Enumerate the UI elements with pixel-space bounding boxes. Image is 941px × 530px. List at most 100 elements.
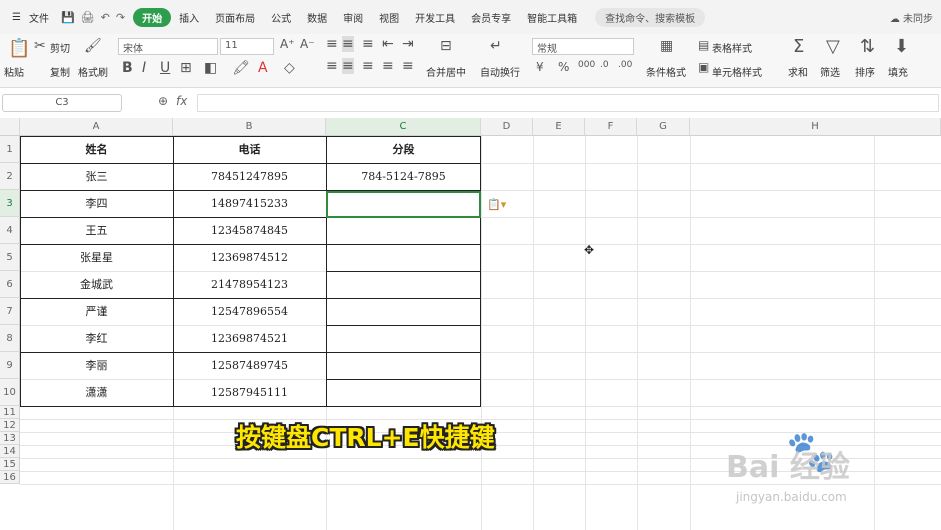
paste-icon[interactable]: 📋: [8, 38, 30, 59]
segment-cell[interactable]: [326, 244, 481, 271]
save-icon[interactable]: 💾: [61, 11, 75, 24]
name-cell[interactable]: 李丽: [20, 352, 173, 379]
column-header-h[interactable]: H: [690, 118, 941, 136]
segment-cell[interactable]: [326, 217, 481, 244]
header-name-cell[interactable]: 姓名: [20, 136, 173, 163]
row-header-16[interactable]: 16: [0, 471, 20, 484]
align-center-icon[interactable]: ≡: [342, 58, 354, 74]
phone-cell[interactable]: 78451247895: [173, 163, 326, 190]
row-header-2[interactable]: 2: [0, 163, 20, 190]
justify-icon[interactable]: ≡: [382, 58, 394, 74]
header-phone-cell[interactable]: 电话: [173, 136, 326, 163]
format-painter-icon[interactable]: 🖌: [84, 38, 102, 54]
segment-cell[interactable]: [326, 379, 481, 406]
name-cell[interactable]: 金城武: [20, 271, 173, 298]
fill-icon[interactable]: ⬇: [894, 36, 909, 57]
column-header-a[interactable]: A: [20, 118, 173, 136]
sort-icon[interactable]: ⇅: [860, 36, 875, 57]
row-header-3[interactable]: 3: [0, 190, 20, 217]
cell-style-button[interactable]: 单元格样式: [712, 64, 762, 79]
table-style-icon[interactable]: ▤: [698, 38, 709, 52]
wrap-text-button[interactable]: 自动换行: [480, 64, 520, 79]
sort-button[interactable]: 排序: [855, 64, 875, 79]
row-header-9[interactable]: 9: [0, 352, 20, 379]
merge-center-button[interactable]: 合并居中: [426, 64, 466, 79]
font-color-icon[interactable]: A: [258, 60, 268, 76]
row-header-12[interactable]: 12: [0, 419, 20, 432]
row-header-15[interactable]: 15: [0, 458, 20, 471]
table-style-button[interactable]: 表格样式: [712, 40, 752, 55]
zoom-icon[interactable]: ⊕: [158, 94, 168, 108]
undo-icon[interactable]: ↶: [101, 11, 110, 24]
tab-1[interactable]: 插入: [171, 10, 207, 25]
increase-decimal-icon[interactable]: .0: [600, 60, 609, 70]
select-all-corner[interactable]: [0, 118, 20, 136]
currency-icon[interactable]: ¥: [536, 60, 544, 74]
conditional-format-button[interactable]: 条件格式: [646, 64, 686, 79]
cell-style-icon[interactable]: ▣: [698, 60, 709, 74]
indent-decrease-icon[interactable]: ⇤: [382, 36, 394, 52]
align-right-icon[interactable]: ≡: [362, 58, 374, 74]
decrease-decimal-icon[interactable]: .00: [618, 60, 632, 70]
name-cell[interactable]: 张三: [20, 163, 173, 190]
align-bottom-icon[interactable]: ≡: [362, 36, 374, 52]
tab-5[interactable]: 审阅: [335, 10, 371, 25]
filter-button[interactable]: 筛选: [820, 64, 840, 79]
segment-cell[interactable]: [326, 325, 481, 352]
percent-icon[interactable]: %: [558, 60, 569, 74]
segment-cell[interactable]: [326, 298, 481, 325]
column-header-f[interactable]: F: [585, 118, 637, 136]
filter-icon[interactable]: ▽: [826, 36, 840, 57]
phone-cell[interactable]: 12587489745: [173, 352, 326, 379]
row-header-1[interactable]: 1: [0, 136, 20, 163]
name-cell[interactable]: 李红: [20, 325, 173, 352]
border-icon[interactable]: ⊞: [180, 60, 192, 76]
thousands-icon[interactable]: 000: [578, 60, 595, 70]
phone-cell[interactable]: 12369874521: [173, 325, 326, 352]
tab-6[interactable]: 视图: [371, 10, 407, 25]
active-cell-c3[interactable]: [326, 191, 481, 218]
column-header-b[interactable]: B: [173, 118, 326, 136]
format-painter-button[interactable]: 格式刷: [78, 64, 108, 79]
search-input[interactable]: 查找命令、搜索模板: [595, 7, 706, 27]
scissors-icon[interactable]: ✂: [34, 38, 46, 54]
tab-8[interactable]: 会员专享: [463, 10, 519, 25]
bold-icon[interactable]: B: [122, 60, 133, 76]
fill-button[interactable]: 填充: [888, 64, 908, 79]
distribute-icon[interactable]: ≡: [402, 58, 414, 74]
cut-button[interactable]: 剪切: [50, 40, 70, 55]
fx-icon[interactable]: fx: [176, 94, 187, 108]
sum-button[interactable]: 求和: [788, 64, 808, 79]
header-segment-cell[interactable]: 分段: [326, 136, 481, 163]
underline-icon[interactable]: U: [160, 60, 170, 76]
increase-font-icon[interactable]: A⁺: [280, 37, 295, 51]
name-cell[interactable]: 王五: [20, 217, 173, 244]
segment-cell[interactable]: [326, 271, 481, 298]
merge-icon[interactable]: ⊟: [440, 38, 452, 54]
sum-icon[interactable]: Σ: [793, 36, 804, 57]
row-header-6[interactable]: 6: [0, 271, 20, 298]
fill-color-icon[interactable]: ◧: [204, 60, 217, 76]
phone-cell[interactable]: 12369874512: [173, 244, 326, 271]
phone-cell[interactable]: 14897415233: [173, 190, 326, 217]
tab-4[interactable]: 数据: [299, 10, 335, 25]
redo-icon[interactable]: ↷: [116, 11, 125, 24]
row-header-14[interactable]: 14: [0, 445, 20, 458]
paste-button[interactable]: 粘贴: [4, 64, 24, 79]
segment-cell[interactable]: [326, 352, 481, 379]
tab-9[interactable]: 智能工具箱: [519, 10, 585, 25]
row-header-7[interactable]: 7: [0, 298, 20, 325]
align-top-icon[interactable]: ≡: [326, 36, 338, 52]
column-header-g[interactable]: G: [637, 118, 690, 136]
highlight-icon[interactable]: 🖍: [232, 60, 250, 76]
decrease-font-icon[interactable]: A⁻: [300, 37, 315, 51]
row-header-8[interactable]: 8: [0, 325, 20, 352]
number-format-select[interactable]: 常规: [532, 38, 634, 55]
phone-cell[interactable]: 12345874845: [173, 217, 326, 244]
row-header-4[interactable]: 4: [0, 217, 20, 244]
column-header-d[interactable]: D: [481, 118, 533, 136]
phone-cell[interactable]: 21478954123: [173, 271, 326, 298]
phone-cell[interactable]: 12547896554: [173, 298, 326, 325]
align-middle-icon[interactable]: ≡: [342, 36, 354, 52]
copy-button[interactable]: 复制: [50, 64, 70, 79]
